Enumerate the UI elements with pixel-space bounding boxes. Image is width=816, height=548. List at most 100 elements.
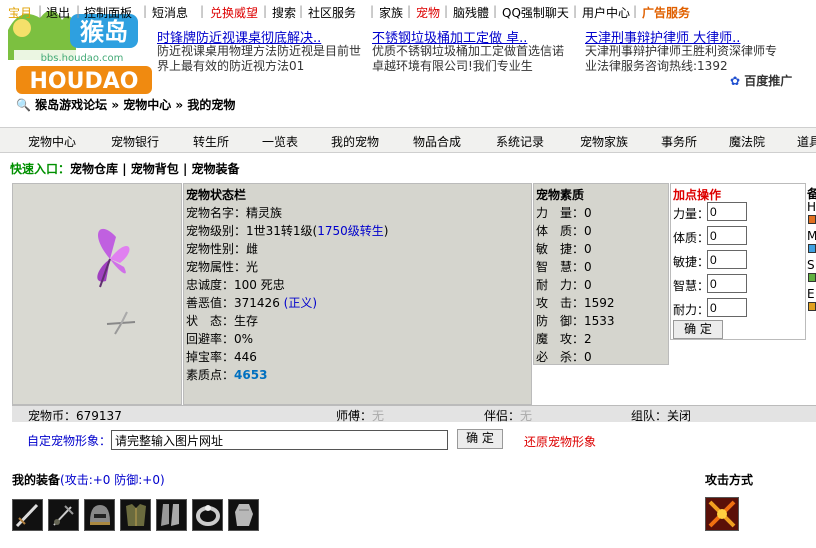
nav-family[interactable]: 家族 (379, 4, 403, 21)
status-value: 光 (246, 260, 259, 274)
dagger-icon[interactable] (48, 499, 79, 531)
agility-input[interactable] (707, 250, 747, 269)
nav-qq-chat[interactable]: QQ强制聊天 (502, 4, 569, 21)
link-pet-backpack[interactable]: 宠物背包 (131, 162, 179, 176)
nav-pets[interactable]: 宠物 (416, 4, 440, 21)
status-row-name: 宠物名字：精灵族 (186, 204, 282, 221)
sword-icon[interactable] (12, 499, 43, 531)
ad-desc-1b: 界上最有效的防近视方法01 (157, 59, 305, 73)
equipment-label-text: 我的装备 (12, 473, 61, 487)
nav-community[interactable]: 社区服务 (308, 4, 356, 21)
ad-desc-1a: 防近视课桌用物理方法防近视是目前世 (157, 44, 362, 58)
quick-entry-label: 快速入口： (10, 162, 71, 176)
paw-icon: ✿ (730, 74, 741, 88)
pet-qualities-panel: 宠物素质 力 量：0 体 质：0 敏 捷：0 智 慧：0 耐 力：0 攻 击：1… (533, 183, 669, 365)
coin-info: 宠物币：679137 (28, 407, 122, 424)
tab-magic-court[interactable]: 魔法院 (729, 133, 765, 150)
add-points-confirm-button[interactable]: 确 定 (673, 320, 723, 339)
nav-user[interactable]: 宝月 (8, 4, 32, 21)
logo-brand: HOUDAO (30, 69, 139, 94)
tab-pet-family[interactable]: 宠物家族 (580, 133, 628, 150)
sp-bar (808, 273, 816, 282)
nav-user-center[interactable]: 用户中心 (582, 4, 630, 21)
pet-info-bar: 宠物币：679137 师傅：无 伴侣：无 组队：关闭 (12, 405, 816, 424)
status-row-morality: 善恶值：371426 (正义) (186, 294, 317, 311)
gauntlet-icon[interactable] (228, 499, 259, 531)
nav-messages[interactable]: 短消息 (152, 4, 188, 21)
quality-label: 防 御： (536, 314, 585, 328)
status-row-state: 状 态：生存 (186, 312, 258, 329)
pet-nav-bar: 宠物中心 宠物银行 转生所 一览表 我的宠物 物品合成 系统记录 宠物家族 事务… (0, 127, 816, 153)
tab-office[interactable]: 事务所 (661, 133, 697, 150)
tab-pet-center[interactable]: 宠物中心 (28, 133, 76, 150)
breadcrumb-text[interactable]: 猴岛游戏论坛 » 宠物中心 » 我的宠物 (35, 98, 235, 112)
mp-bar (808, 244, 816, 253)
quality-value: 0 (584, 260, 592, 274)
link-pet-equipment[interactable]: 宠物装备 (192, 162, 240, 176)
status-value: 0% (234, 332, 254, 346)
nav-control-panel[interactable]: 控制面板 (84, 4, 132, 21)
attack-mode-icon[interactable] (705, 497, 739, 531)
nav-font[interactable]: 脑残體 (453, 4, 489, 21)
nav-search[interactable]: 搜索 (272, 4, 296, 21)
status-label: 素质点： (186, 368, 235, 382)
wisdom-input[interactable] (707, 274, 747, 293)
partner-label: 伴侣： (484, 409, 521, 423)
quality-row: 防 御：1533 (536, 312, 615, 329)
tab-system-log[interactable]: 系统记录 (496, 133, 544, 150)
team-info: 组队：关闭 (631, 407, 691, 424)
helmet-icon[interactable] (84, 499, 115, 531)
equip-side-letter: E (807, 287, 815, 301)
quality-row: 魔 攻：2 (536, 330, 592, 347)
ad-desc-2b: 卓越环境有限公司!我们专业生 (372, 59, 533, 73)
tab-pet-bank[interactable]: 宠物银行 (111, 133, 159, 150)
quality-label: 必 杀： (536, 350, 585, 364)
equipment-side-panel: 备 H M S E (806, 183, 816, 343)
quality-label: 力 量： (536, 206, 585, 220)
tab-my-pet[interactable]: 我的宠物 (331, 133, 379, 150)
points-label: 敏捷： (673, 255, 710, 269)
quality-row: 必 杀：0 (536, 348, 592, 365)
tab-overview[interactable]: 一览表 (262, 133, 298, 150)
armor-icon[interactable] (120, 499, 151, 531)
ad-desc-3a: 天津刑事辩护律师王胜利资深律师专 (585, 44, 778, 58)
constitution-input[interactable] (707, 226, 747, 245)
status-label: 忠诚度： (186, 278, 235, 292)
status-value-tail: ) (383, 224, 389, 238)
quality-value: 0 (584, 206, 592, 220)
nav-ad-service[interactable]: 广告服务 (642, 4, 690, 21)
nav-logout[interactable]: 退出 (46, 4, 70, 21)
quality-value: 0 (584, 350, 592, 364)
status-value: 100 死忠 (234, 278, 285, 292)
quality-row: 耐 力：0 (536, 276, 592, 293)
strength-input[interactable] (707, 202, 747, 221)
status-label: 回避率： (186, 332, 235, 346)
status-value: 雌 (246, 242, 259, 256)
rebirth-level-link[interactable]: 1750级转生 (317, 224, 384, 238)
quality-row: 攻 击：1592 (536, 294, 615, 311)
nav-exchange-prestige[interactable]: 兑换威望 (210, 4, 258, 21)
points-label: 体质： (673, 231, 710, 245)
custom-image-confirm-button[interactable]: 确 定 (457, 429, 503, 449)
status-label: 状 态： (186, 314, 235, 328)
restore-image-link[interactable]: 还原宠物形象 (524, 433, 596, 450)
endurance-input[interactable] (707, 298, 747, 317)
quality-label: 魔 攻： (536, 332, 585, 346)
quality-label: 智 慧： (536, 260, 585, 274)
quality-row: 敏 捷：0 (536, 240, 592, 257)
baidu-promo-label: 百度推广 (744, 74, 793, 88)
baidu-promo-link[interactable]: ✿ 百度推广 (730, 72, 792, 89)
tab-props[interactable]: 道具 (797, 133, 816, 150)
tab-item-synthesis[interactable]: 物品合成 (413, 133, 461, 150)
tab-rebirth[interactable]: 转生所 (193, 133, 229, 150)
qualities-title: 宠物素质 (536, 188, 585, 202)
boots-icon[interactable] (156, 499, 187, 531)
logo-text: 猴岛 (80, 18, 128, 46)
partner-value: 无 (520, 409, 533, 423)
link-pet-warehouse[interactable]: 宠物仓库 (70, 162, 118, 176)
team-label: 组队： (631, 409, 668, 423)
ring-icon[interactable] (192, 499, 223, 531)
master-info: 师傅：无 (336, 407, 384, 424)
custom-image-url-input[interactable] (111, 430, 448, 450)
status-value: 精灵族 (246, 206, 283, 220)
